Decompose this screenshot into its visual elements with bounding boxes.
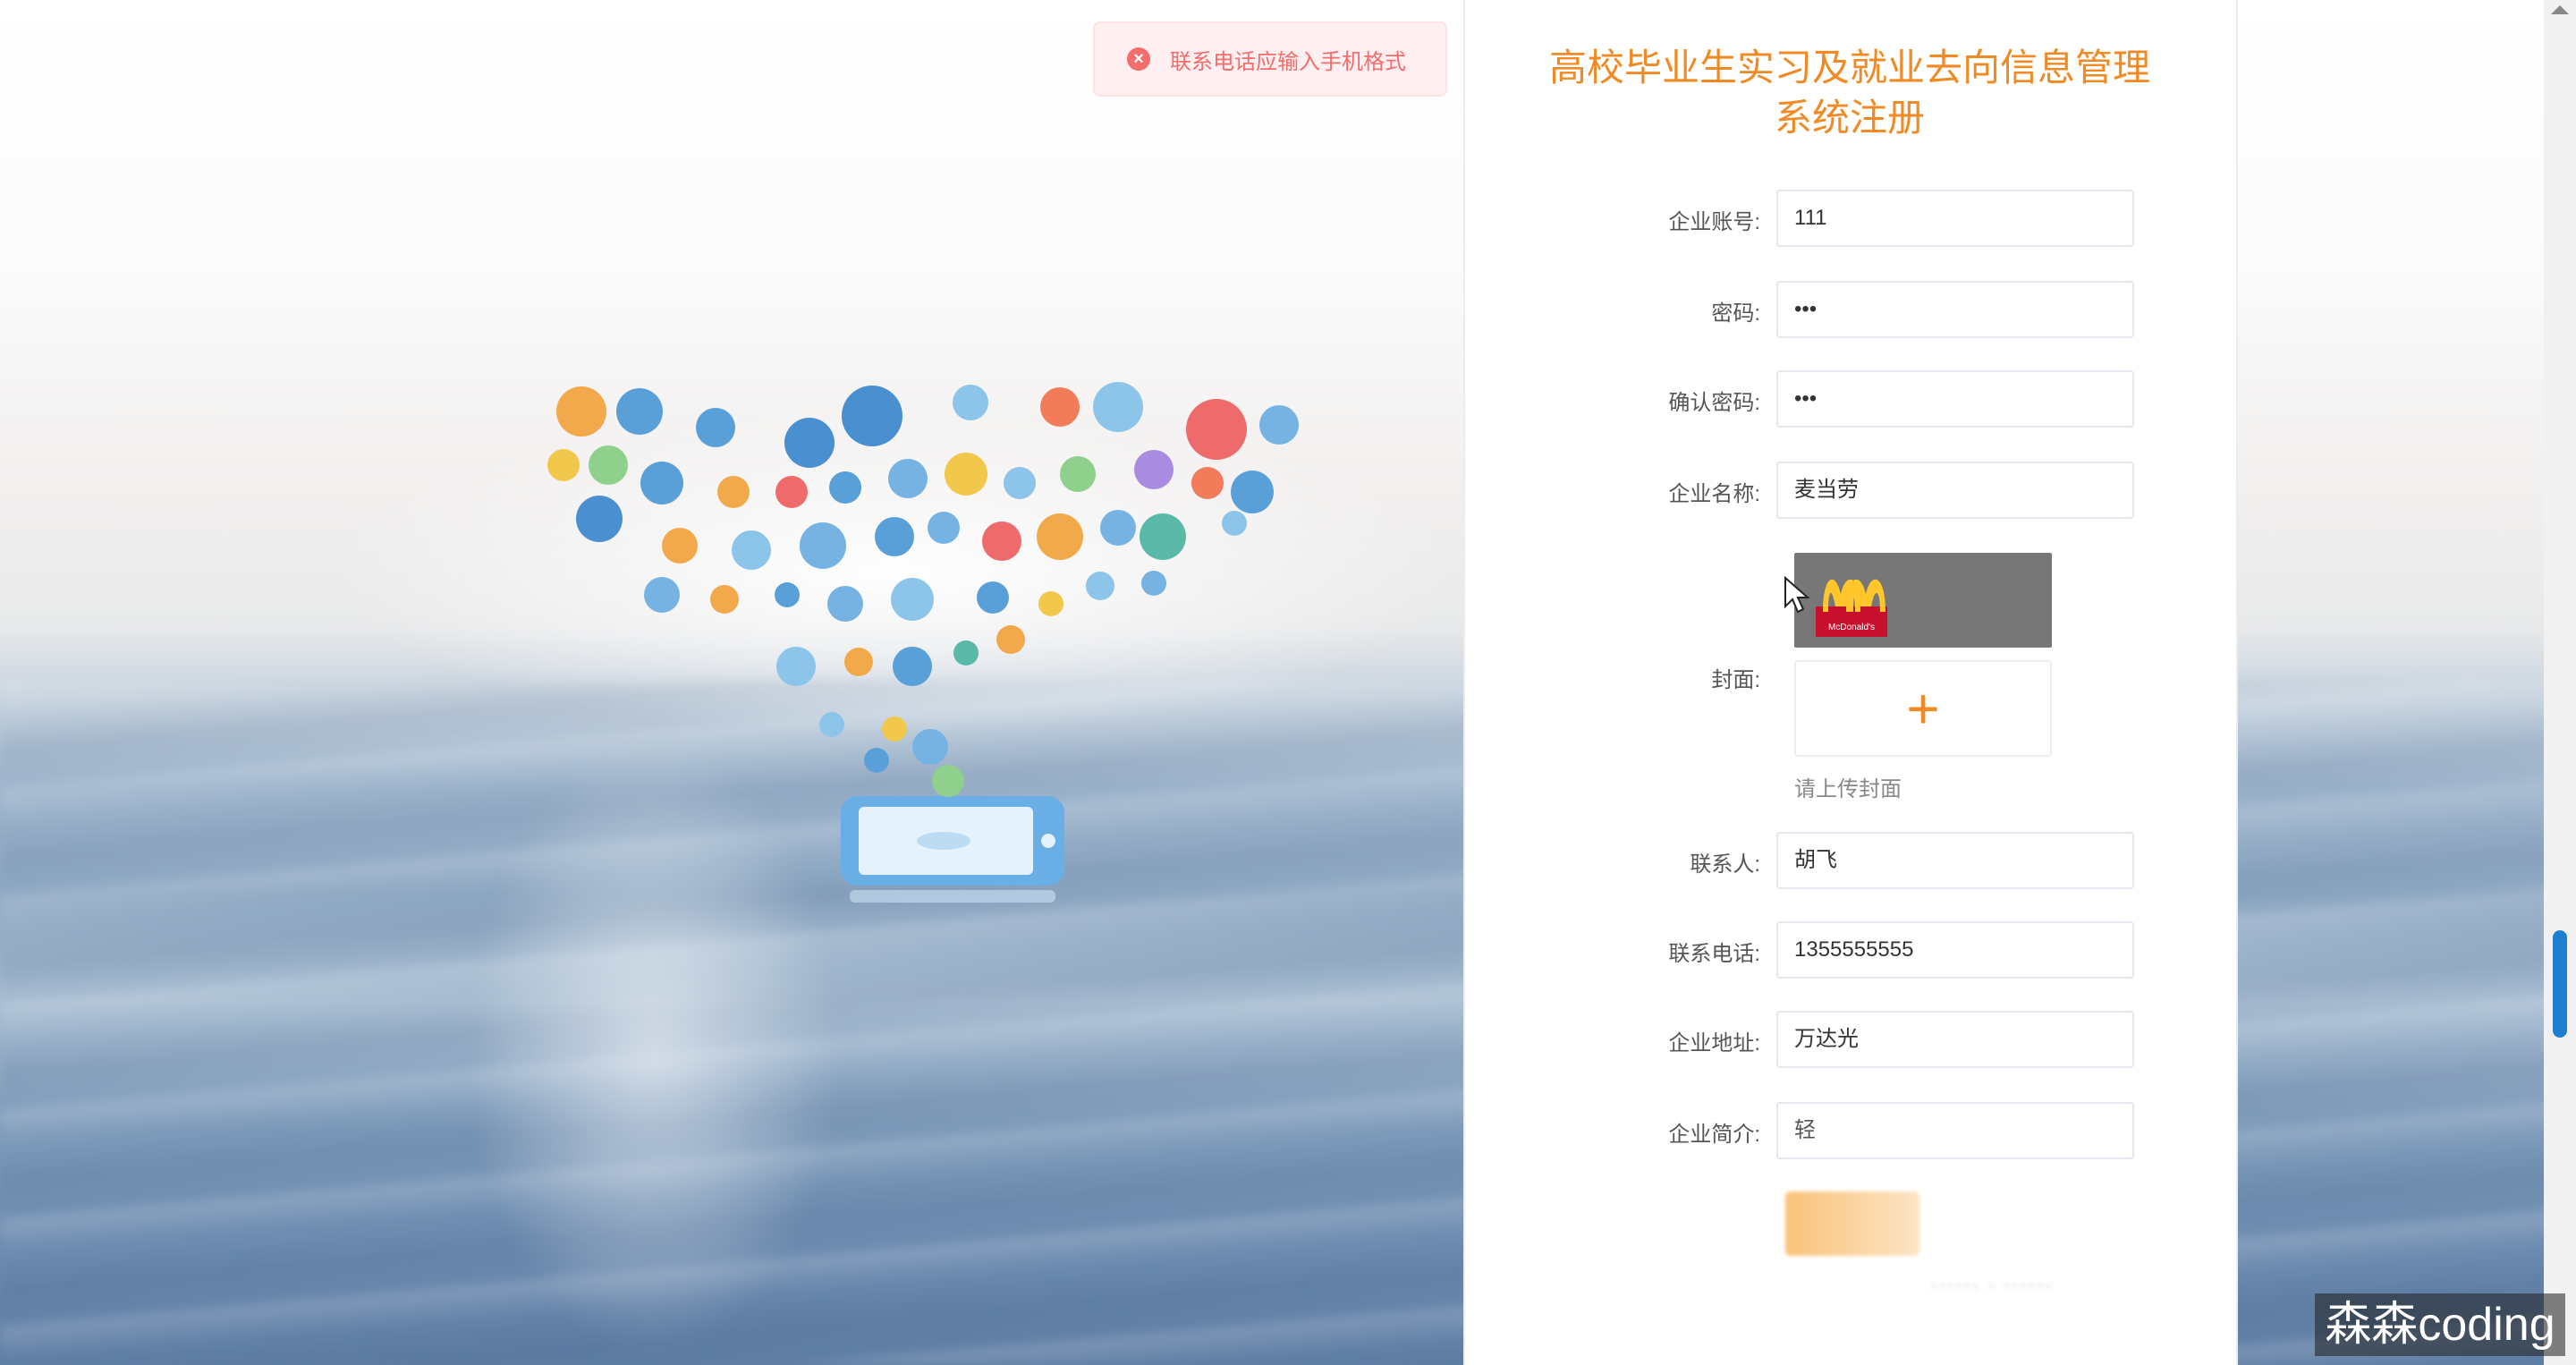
company-intro-label: 企业简介: xyxy=(1668,1123,1760,1147)
tablet-icon xyxy=(841,796,1064,903)
password-label: 密码: xyxy=(1711,301,1760,326)
upload-hint: 请上传封面 xyxy=(1794,777,1902,801)
page-scrollbar[interactable] xyxy=(2544,0,2576,1365)
register-panel: 高校毕业生实习及就业去向信息管理系统注册 企业账号: 111 密码: ••• 确… xyxy=(1463,0,2238,1365)
password-input[interactable]: ••• xyxy=(1776,281,2134,338)
account-input[interactable]: 111 xyxy=(1776,190,2134,247)
mouse-cursor-icon xyxy=(1784,576,1810,614)
contact-person-label: 联系人: xyxy=(1690,852,1760,877)
mcdonalds-logo-icon: McDonald's xyxy=(1816,579,1887,637)
cover-upload-button[interactable]: + xyxy=(1794,660,2052,757)
company-intro-input[interactable]: 轻 xyxy=(1776,1102,2134,1159)
bottom-links-blurred[interactable]: ······ · ······ xyxy=(1930,1274,2053,1297)
cover-image-preview[interactable]: McDonald's xyxy=(1794,553,2052,648)
company-name-label: 企业名称: xyxy=(1668,482,1760,506)
contact-phone-label: 联系电话: xyxy=(1668,942,1760,966)
company-address-input[interactable]: 万达光 xyxy=(1776,1011,2134,1068)
contact-person-input[interactable]: 胡飞 xyxy=(1776,832,2134,889)
scroll-up-arrow-icon[interactable] xyxy=(2551,5,2569,14)
confirm-password-label: 确认密码: xyxy=(1668,391,1760,415)
scrollbar-thumb[interactable] xyxy=(2553,930,2567,1038)
account-label: 企业账号: xyxy=(1668,210,1760,234)
company-address-label: 企业地址: xyxy=(1668,1031,1760,1056)
page-title: 高校毕业生实习及就业去向信息管理系统注册 xyxy=(1548,47,2150,139)
error-toast: × 联系电话应输入手机格式 xyxy=(1093,21,1447,97)
plus-icon: + xyxy=(1906,676,1940,741)
company-name-input[interactable]: 麦当劳 xyxy=(1776,462,2134,519)
contact-phone-input[interactable]: 1355555555 xyxy=(1776,921,2134,979)
watermark: 森森coding xyxy=(2315,1293,2565,1356)
cover-label: 封面: xyxy=(1711,668,1760,692)
confirm-password-input[interactable]: ••• xyxy=(1776,370,2134,428)
register-submit-button[interactable] xyxy=(1785,1191,1919,1256)
app-icons-illustration xyxy=(547,382,1299,903)
logo-text: McDonald's xyxy=(1828,623,1875,632)
error-circle-icon: × xyxy=(1127,47,1150,71)
toast-message: 联系电话应输入手机格式 xyxy=(1170,49,1406,74)
